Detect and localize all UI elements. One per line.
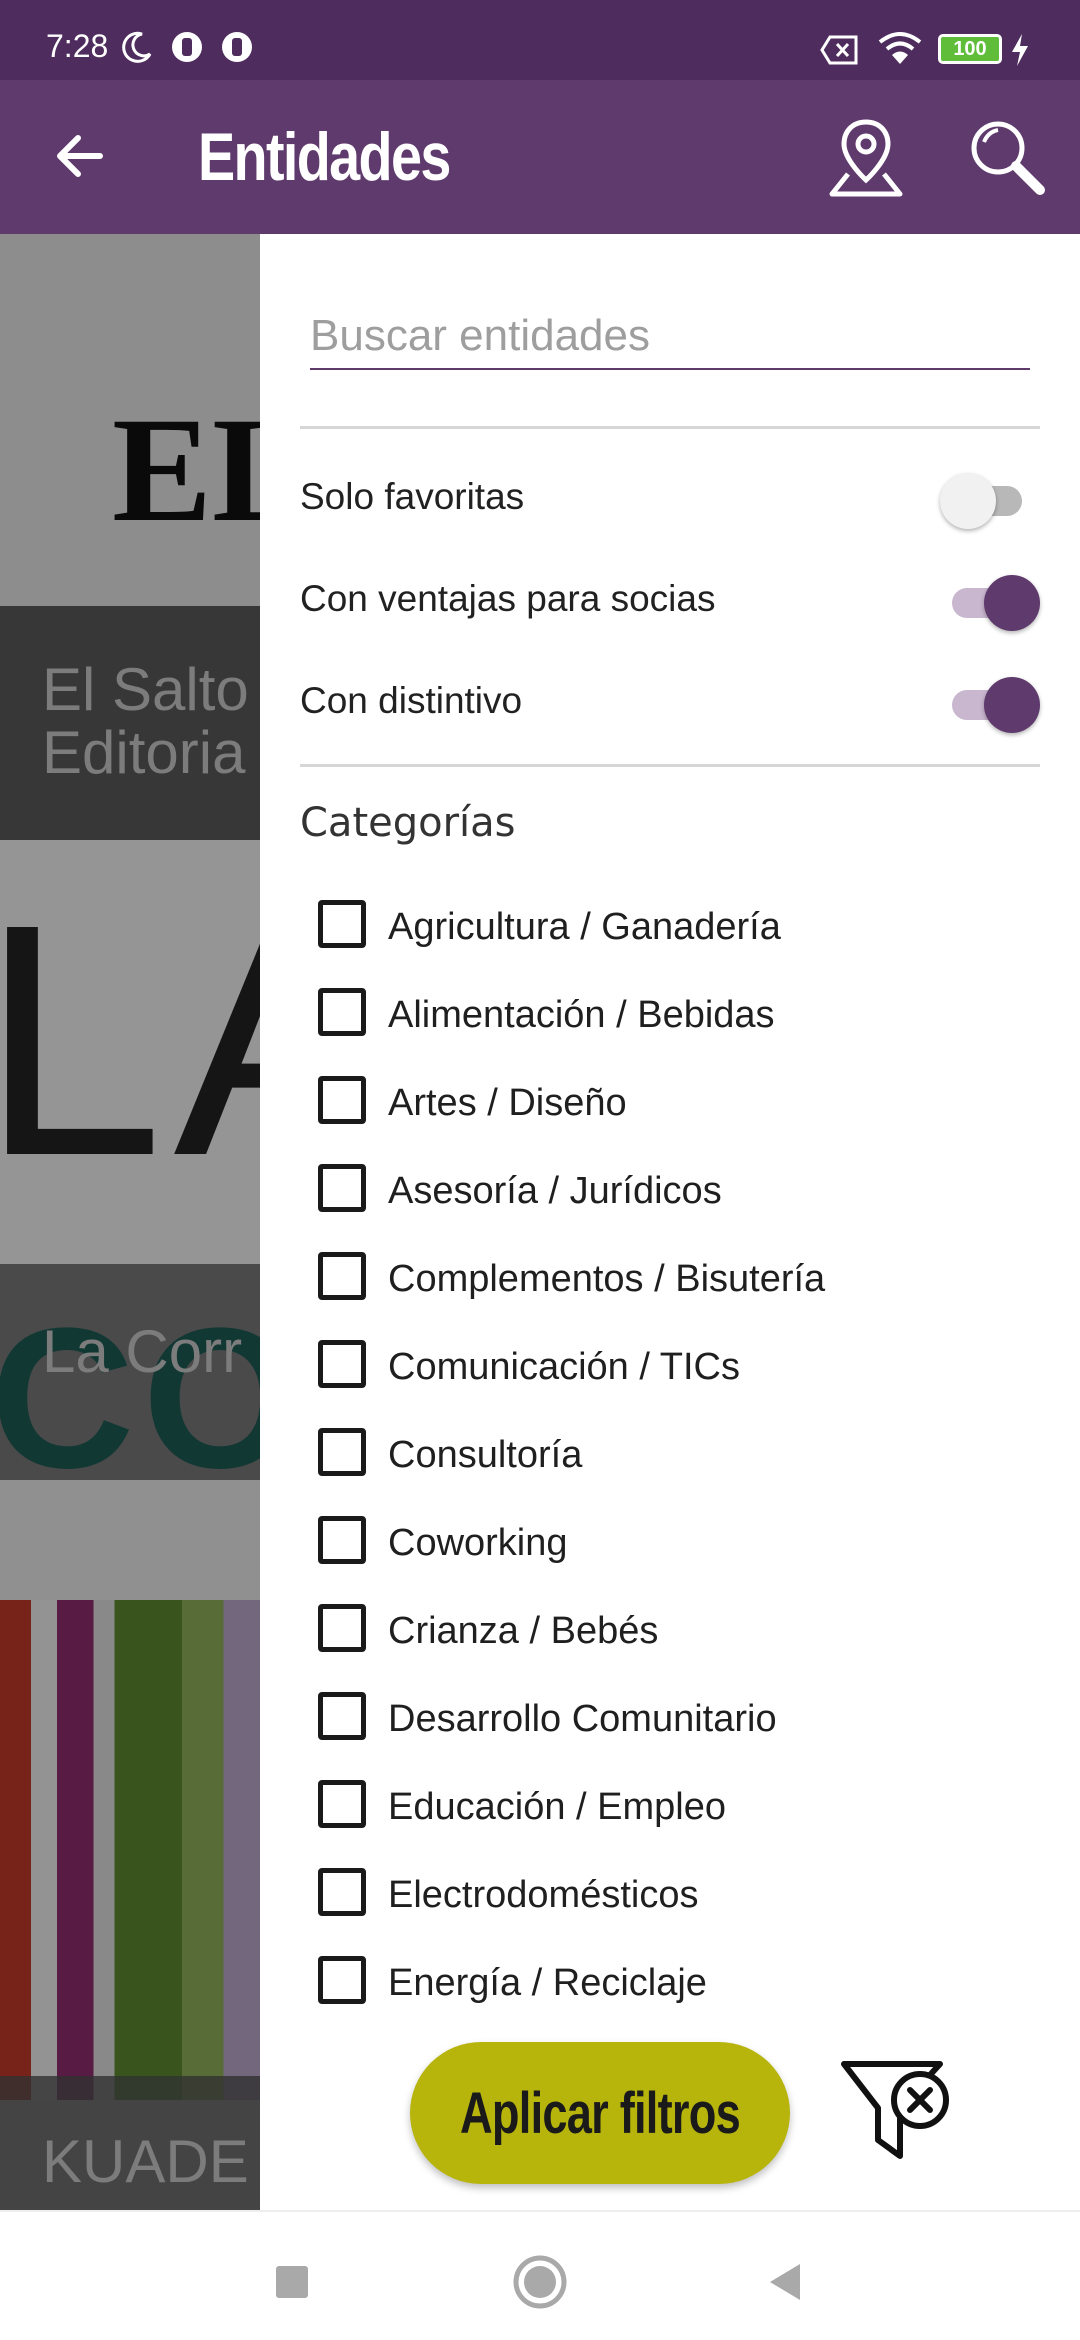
toggle-label: Solo favoritas bbox=[300, 476, 525, 517]
distintivo-switch[interactable] bbox=[940, 674, 1040, 734]
category-item[interactable]: Asesoría / Jurídicos bbox=[318, 1152, 1058, 1240]
checkbox[interactable] bbox=[318, 1164, 366, 1212]
notification-icon bbox=[222, 32, 252, 62]
category-item[interactable]: Alimentación / Bebidas bbox=[318, 976, 1058, 1064]
category-list: Agricultura / Ganadería Alimentación / B… bbox=[318, 888, 1058, 2032]
system-nav-bar bbox=[0, 2210, 1080, 2340]
category-item[interactable]: Artes / Diseño bbox=[318, 1064, 1058, 1152]
category-label: Agricultura / Ganadería bbox=[388, 906, 781, 948]
checkbox[interactable] bbox=[318, 1956, 366, 2004]
wifi-icon bbox=[878, 32, 922, 64]
search-button[interactable] bbox=[964, 116, 1050, 200]
notification-icon bbox=[172, 32, 202, 62]
back-button[interactable] bbox=[44, 120, 116, 192]
category-label: Electrodomésticos bbox=[388, 1874, 699, 1916]
apply-filters-button[interactable]: Aplicar filtros bbox=[410, 2042, 790, 2184]
checkbox[interactable] bbox=[318, 1868, 366, 1916]
charging-icon bbox=[1012, 34, 1028, 66]
screen-record-icon bbox=[820, 35, 858, 65]
category-item[interactable]: Desarrollo Comunitario bbox=[318, 1680, 1058, 1768]
battery-icon: 100 bbox=[938, 34, 1002, 64]
toggle-con-distintivo[interactable]: Con distintivo bbox=[300, 666, 1040, 736]
checkbox[interactable] bbox=[318, 1076, 366, 1124]
toggle-label: Con distintivo bbox=[300, 680, 523, 721]
category-item[interactable]: Crianza / Bebés bbox=[318, 1592, 1058, 1680]
checkbox[interactable] bbox=[318, 1340, 366, 1388]
category-item[interactable]: Consultoría bbox=[318, 1416, 1058, 1504]
category-item[interactable]: Comunicación / TICs bbox=[318, 1328, 1058, 1416]
category-item[interactable]: Agricultura / Ganadería bbox=[318, 888, 1058, 976]
checkbox[interactable] bbox=[318, 900, 366, 948]
checkbox[interactable] bbox=[318, 1604, 366, 1652]
divider bbox=[300, 764, 1040, 767]
category-label: Coworking bbox=[388, 1522, 568, 1564]
home-circle-icon[interactable] bbox=[510, 2252, 570, 2312]
moon-icon bbox=[122, 31, 152, 63]
checkbox[interactable] bbox=[318, 1692, 366, 1740]
back-triangle-icon[interactable] bbox=[756, 2252, 816, 2312]
map-button[interactable] bbox=[826, 116, 906, 200]
checkbox[interactable] bbox=[318, 1780, 366, 1828]
checkbox[interactable] bbox=[318, 1516, 366, 1564]
ventajas-switch[interactable] bbox=[940, 572, 1040, 632]
page-title: Entidades bbox=[198, 119, 451, 195]
toggle-solo-favoritas[interactable]: Solo favoritas bbox=[300, 462, 1040, 532]
toggle-label: Con ventajas para socias bbox=[300, 578, 716, 619]
category-label: Alimentación / Bebidas bbox=[388, 994, 775, 1036]
apply-filters-label: Aplicar filtros bbox=[460, 2080, 741, 2146]
filter-clear-icon bbox=[841, 2061, 949, 2159]
clear-filters-button[interactable] bbox=[838, 2056, 958, 2166]
checkbox[interactable] bbox=[318, 1428, 366, 1476]
category-label: Artes / Diseño bbox=[388, 1082, 627, 1124]
category-item[interactable]: Complementos / Bisutería bbox=[318, 1240, 1058, 1328]
status-bar: 7:28 100 bbox=[0, 0, 1080, 80]
category-item[interactable]: Energía / Reciclaje bbox=[318, 1944, 1058, 2032]
toggle-ventajas-socias[interactable]: Con ventajas para socias bbox=[300, 564, 1040, 634]
category-label: Comunicación / TICs bbox=[388, 1346, 740, 1388]
arrow-left-icon bbox=[57, 135, 103, 177]
app-bar: Entidades bbox=[0, 80, 1080, 234]
divider bbox=[300, 426, 1040, 429]
category-label: Crianza / Bebés bbox=[388, 1610, 659, 1652]
category-label: Complementos / Bisutería bbox=[388, 1258, 826, 1300]
search-icon bbox=[971, 121, 1045, 195]
category-label: Desarrollo Comunitario bbox=[388, 1698, 777, 1740]
map-pin-icon bbox=[829, 119, 903, 197]
category-item[interactable]: Educación / Empleo bbox=[318, 1768, 1058, 1856]
favorites-switch[interactable] bbox=[940, 470, 1040, 530]
category-label: Educación / Empleo bbox=[388, 1786, 726, 1828]
search-entities-input[interactable] bbox=[310, 312, 1030, 370]
checkbox[interactable] bbox=[318, 988, 366, 1036]
filter-drawer: Solo favoritas Con ventajas para socias … bbox=[260, 234, 1080, 2210]
categories-title: Categorías bbox=[300, 800, 516, 846]
category-label: Energía / Reciclaje bbox=[388, 1962, 707, 2004]
status-time: 7:28 bbox=[46, 28, 109, 64]
checkbox[interactable] bbox=[318, 1252, 366, 1300]
category-item[interactable]: Electrodomésticos bbox=[318, 1856, 1058, 1944]
category-label: Consultoría bbox=[388, 1434, 583, 1476]
recents-square-icon[interactable] bbox=[262, 2252, 322, 2312]
category-item[interactable]: Coworking bbox=[318, 1504, 1058, 1592]
battery-level: 100 bbox=[953, 38, 987, 60]
category-label: Asesoría / Jurídicos bbox=[388, 1170, 722, 1212]
